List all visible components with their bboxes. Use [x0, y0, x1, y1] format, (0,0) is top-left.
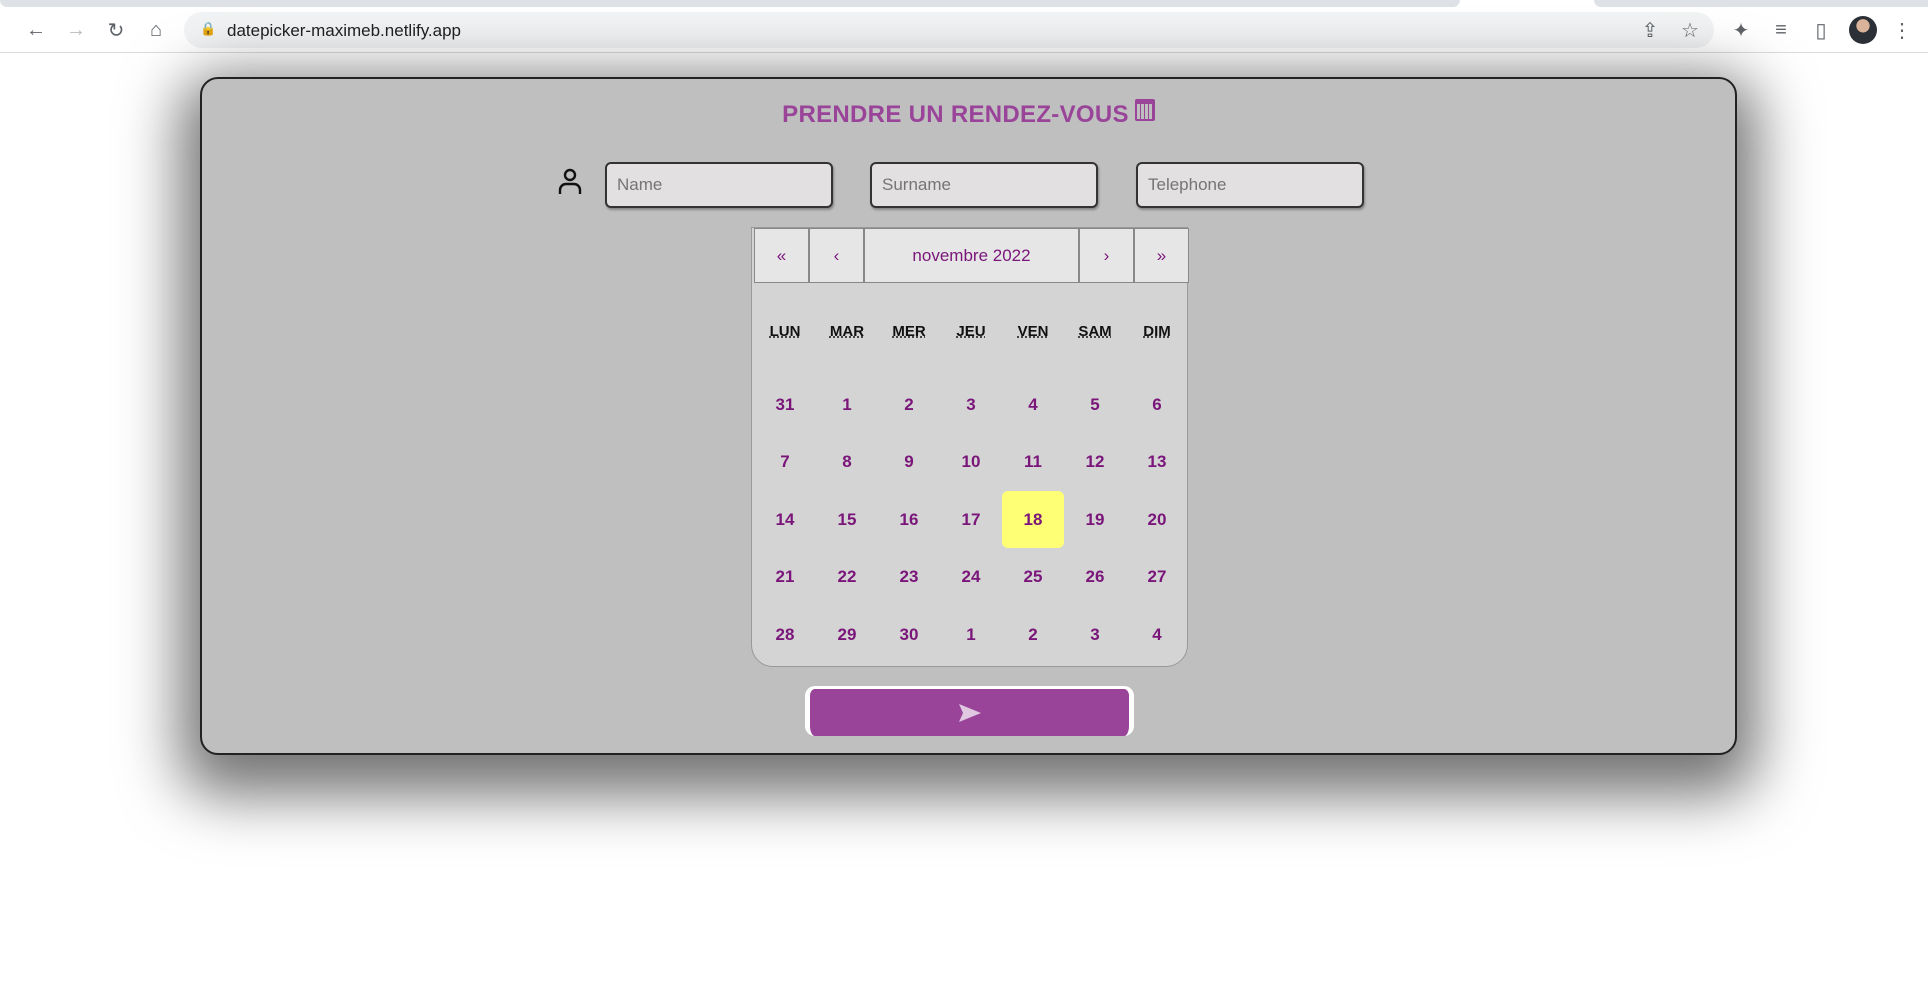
- calendar-day[interactable]: 12: [1064, 434, 1126, 491]
- calendar-day[interactable]: 22: [816, 549, 878, 606]
- calendar-day[interactable]: 5: [1064, 376, 1126, 433]
- weekday-header: MER: [892, 323, 926, 340]
- calendar-day[interactable]: 18: [1002, 491, 1064, 548]
- next-year-button[interactable]: »: [1134, 228, 1189, 283]
- calendar-day[interactable]: 27: [1126, 549, 1188, 606]
- calendar-day[interactable]: 7: [754, 434, 816, 491]
- calendar-day[interactable]: 10: [940, 434, 1002, 491]
- url-text[interactable]: datepicker-maximeb.netlify.app: [227, 21, 461, 41]
- weekday-header: DIM: [1143, 323, 1171, 340]
- calendar-day[interactable]: 3: [1064, 606, 1126, 663]
- calendar-day[interactable]: 15: [816, 491, 878, 548]
- star-icon[interactable]: ☆: [1676, 16, 1704, 44]
- telephone-input[interactable]: [1136, 162, 1364, 208]
- calendar-day[interactable]: 1: [940, 606, 1002, 663]
- lock-icon: 🔒: [200, 21, 217, 36]
- calendar-icon: [1134, 99, 1155, 121]
- share-icon[interactable]: ⇪: [1636, 16, 1664, 44]
- person-icon: [558, 168, 582, 194]
- calendar-day[interactable]: 14: [754, 491, 816, 548]
- calendar-day[interactable]: 25: [1002, 549, 1064, 606]
- calendar-day[interactable]: 17: [940, 491, 1002, 548]
- surname-input[interactable]: [870, 162, 1098, 208]
- weekday-header: JEU: [956, 323, 986, 340]
- browser-toolbar: ← → ↻ ⌂ 🔒 datepicker-maximeb.netlify.app…: [0, 8, 1928, 53]
- calendar-day[interactable]: 26: [1064, 549, 1126, 606]
- calendar-day[interactable]: 24: [940, 549, 1002, 606]
- appointment-card: PRENDRE UN RENDEZ-VOUS « ‹ novembre 2022…: [200, 77, 1737, 755]
- calendar-day[interactable]: 11: [1002, 434, 1064, 491]
- calendar-day[interactable]: 4: [1002, 376, 1064, 433]
- tab-strip: [0, 0, 1928, 8]
- weekday-header: LUN: [769, 323, 801, 340]
- calendar-day[interactable]: 13: [1126, 434, 1188, 491]
- page-title: PRENDRE UN RENDEZ-VOUS: [202, 99, 1735, 129]
- avatar[interactable]: [1849, 16, 1877, 44]
- browser-tab[interactable]: [0, 0, 1460, 7]
- send-icon: [958, 703, 981, 722]
- calendar-day[interactable]: 23: [878, 549, 940, 606]
- back-icon[interactable]: ←: [22, 16, 50, 44]
- media-icon[interactable]: ≡: [1767, 16, 1795, 44]
- prev-year-button[interactable]: «: [754, 228, 809, 283]
- calendar-day[interactable]: 30: [878, 606, 940, 663]
- calendar-day[interactable]: 19: [1064, 491, 1126, 548]
- calendar-day[interactable]: 9: [878, 434, 940, 491]
- address-bar[interactable]: 🔒 datepicker-maximeb.netlify.app ⇪ ☆: [184, 12, 1714, 48]
- title-text: PRENDRE UN RENDEZ-VOUS: [782, 101, 1129, 128]
- calendar-day[interactable]: 6: [1126, 376, 1188, 433]
- side-panel-icon[interactable]: ▯: [1807, 16, 1835, 44]
- next-month-button[interactable]: ›: [1079, 228, 1134, 283]
- browser-tab[interactable]: [1594, 0, 1928, 7]
- calendar-day[interactable]: 28: [754, 606, 816, 663]
- calendar-day[interactable]: 3: [940, 376, 1002, 433]
- weekday-header: MAR: [829, 323, 865, 340]
- calendar-day[interactable]: 16: [878, 491, 940, 548]
- calendar: « ‹ novembre 2022 › » LUN MAR MER JEU VEN SAM…: [751, 227, 1189, 667]
- calendar-day[interactable]: 29: [816, 606, 878, 663]
- calendar-day[interactable]: 20: [1126, 491, 1188, 548]
- calendar-day[interactable]: 31: [754, 376, 816, 433]
- name-input[interactable]: [605, 162, 833, 208]
- calendar-day[interactable]: 21: [754, 549, 816, 606]
- calendar-day[interactable]: 2: [1002, 606, 1064, 663]
- weekday-header: SAM: [1078, 323, 1112, 340]
- submit-button[interactable]: [805, 686, 1134, 736]
- reload-icon[interactable]: ↻: [102, 16, 130, 44]
- home-icon[interactable]: ⌂: [142, 16, 170, 44]
- calendar-day[interactable]: 8: [816, 434, 878, 491]
- menu-icon[interactable]: ⋮: [1888, 16, 1916, 44]
- calendar-day[interactable]: 1: [816, 376, 878, 433]
- calendar-day[interactable]: 2: [878, 376, 940, 433]
- weekday-header: VEN: [1017, 323, 1049, 340]
- month-label-button[interactable]: novembre 2022: [864, 228, 1079, 283]
- prev-month-button[interactable]: ‹: [809, 228, 864, 283]
- calendar-day[interactable]: 4: [1126, 606, 1188, 663]
- forward-icon[interactable]: →: [62, 16, 90, 44]
- extensions-icon[interactable]: ✦: [1727, 16, 1755, 44]
